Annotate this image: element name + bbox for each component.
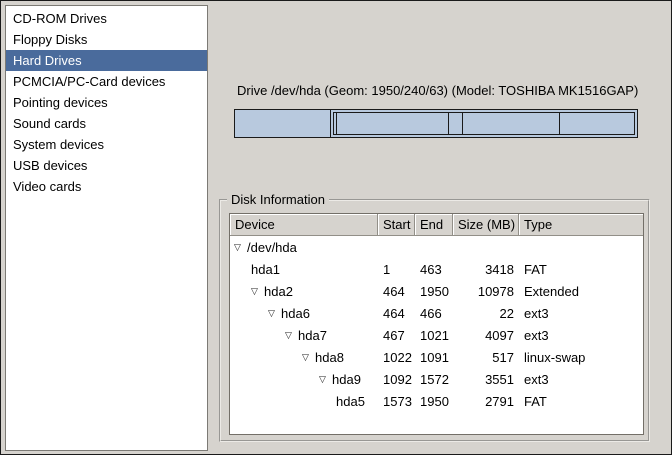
table-row-dev-hda[interactable]: ▽ /dev/hda: [230, 236, 643, 258]
type-cell: ext3: [519, 324, 643, 346]
table-row-hda2[interactable]: ▽ hda2 464 1950 10978 Extended: [230, 280, 643, 302]
partition-segment-hda1: [235, 110, 331, 137]
table-header-row: Device Start End Size (MB) Type: [230, 214, 643, 236]
column-header-device[interactable]: Device: [230, 214, 378, 236]
end-cell: 1572: [415, 368, 453, 390]
sidebar-item-sound-cards[interactable]: Sound cards: [6, 113, 207, 134]
end-cell: 1021: [415, 324, 453, 346]
type-cell: ext3: [519, 368, 643, 390]
end-cell: 466: [415, 302, 453, 324]
partition-segment-hda7: [337, 113, 449, 134]
size-cell: 517: [453, 346, 519, 368]
start-cell: 1: [378, 258, 415, 280]
end-cell: 463: [415, 258, 453, 280]
end-cell: 1950: [415, 390, 453, 412]
table-row-hda9[interactable]: ▽ hda9 1092 1572 3551 ext3: [230, 368, 643, 390]
hardware-browser-window: CD-ROM Drives Floppy Disks Hard Drives P…: [0, 0, 672, 455]
size-cell: [453, 236, 519, 258]
column-header-end[interactable]: End: [415, 214, 453, 236]
start-cell: 1092: [378, 368, 415, 390]
expander-open-icon[interactable]: ▽: [268, 302, 281, 324]
expander-open-icon[interactable]: ▽: [319, 368, 332, 390]
disk-information-frame: Disk Information Device Start End Size (…: [219, 199, 650, 442]
expander-open-icon[interactable]: ▽: [302, 346, 315, 368]
partition-segment-hda8: [449, 113, 463, 134]
sidebar-item-pointing-devices[interactable]: Pointing devices: [6, 92, 207, 113]
type-cell: linux-swap: [519, 346, 643, 368]
partition-segment-hda5: [560, 113, 634, 134]
size-cell: 2791: [453, 390, 519, 412]
sidebar-item-usb-devices[interactable]: USB devices: [6, 155, 207, 176]
device-name: /dev/hda: [247, 240, 297, 255]
end-cell: 1950: [415, 280, 453, 302]
table-row-hda7[interactable]: ▽ hda7 467 1021 4097 ext3: [230, 324, 643, 346]
column-header-type[interactable]: Type: [519, 214, 643, 236]
start-cell: 1022: [378, 346, 415, 368]
size-cell: 4097: [453, 324, 519, 346]
end-cell: [415, 236, 453, 258]
size-cell: 10978: [453, 280, 519, 302]
device-name: hda8: [315, 350, 344, 365]
sidebar-item-system-devices[interactable]: System devices: [6, 134, 207, 155]
device-name: hda5: [336, 394, 365, 409]
device-name: hda7: [298, 328, 327, 343]
expander-open-icon[interactable]: ▽: [285, 324, 298, 346]
start-cell: [378, 236, 415, 258]
start-cell: 464: [378, 302, 415, 324]
type-cell: FAT: [519, 390, 643, 412]
sidebar-item-video-cards[interactable]: Video cards: [6, 176, 207, 197]
device-name: hda1: [251, 262, 280, 277]
type-cell: [519, 236, 643, 258]
end-cell: 1091: [415, 346, 453, 368]
column-header-size[interactable]: Size (MB): [453, 214, 519, 236]
sidebar-item-hard-drives[interactable]: Hard Drives: [6, 50, 207, 71]
partition-segment-hda9: [463, 113, 560, 134]
size-cell: 3418: [453, 258, 519, 280]
drive-info-label: Drive /dev/hda (Geom: 1950/240/63) (Mode…: [237, 83, 638, 98]
extended-partition-container: [333, 112, 635, 135]
expander-open-icon[interactable]: ▽: [234, 236, 247, 258]
device-name: hda9: [332, 372, 361, 387]
sidebar-item-floppy-disks[interactable]: Floppy Disks: [6, 29, 207, 50]
start-cell: 467: [378, 324, 415, 346]
column-header-start[interactable]: Start: [378, 214, 415, 236]
device-category-list: CD-ROM Drives Floppy Disks Hard Drives P…: [5, 5, 208, 451]
start-cell: 464: [378, 280, 415, 302]
expander-open-icon[interactable]: ▽: [251, 280, 264, 302]
size-cell: 3551: [453, 368, 519, 390]
partition-segment-hda2-extended: [331, 110, 637, 137]
device-name: hda6: [281, 306, 310, 321]
type-cell: Extended: [519, 280, 643, 302]
type-cell: FAT: [519, 258, 643, 280]
device-name: hda2: [264, 284, 293, 299]
size-cell: 22: [453, 302, 519, 324]
table-row-hda1[interactable]: hda1 1 463 3418 FAT: [230, 258, 643, 280]
table-row-hda5[interactable]: hda5 1573 1950 2791 FAT: [230, 390, 643, 412]
partition-bar: [234, 109, 638, 138]
start-cell: 1573: [378, 390, 415, 412]
table-row-hda6[interactable]: ▽ hda6 464 466 22 ext3: [230, 302, 643, 324]
table-row-hda8[interactable]: ▽ hda8 1022 1091 517 linux-swap: [230, 346, 643, 368]
disk-information-table: Device Start End Size (MB) Type ▽ /dev/h…: [229, 213, 644, 435]
disk-information-frame-label: Disk Information: [227, 192, 329, 208]
sidebar-item-cdrom-drives[interactable]: CD-ROM Drives: [6, 8, 207, 29]
type-cell: ext3: [519, 302, 643, 324]
sidebar-item-pcmcia-devices[interactable]: PCMCIA/PC-Card devices: [6, 71, 207, 92]
